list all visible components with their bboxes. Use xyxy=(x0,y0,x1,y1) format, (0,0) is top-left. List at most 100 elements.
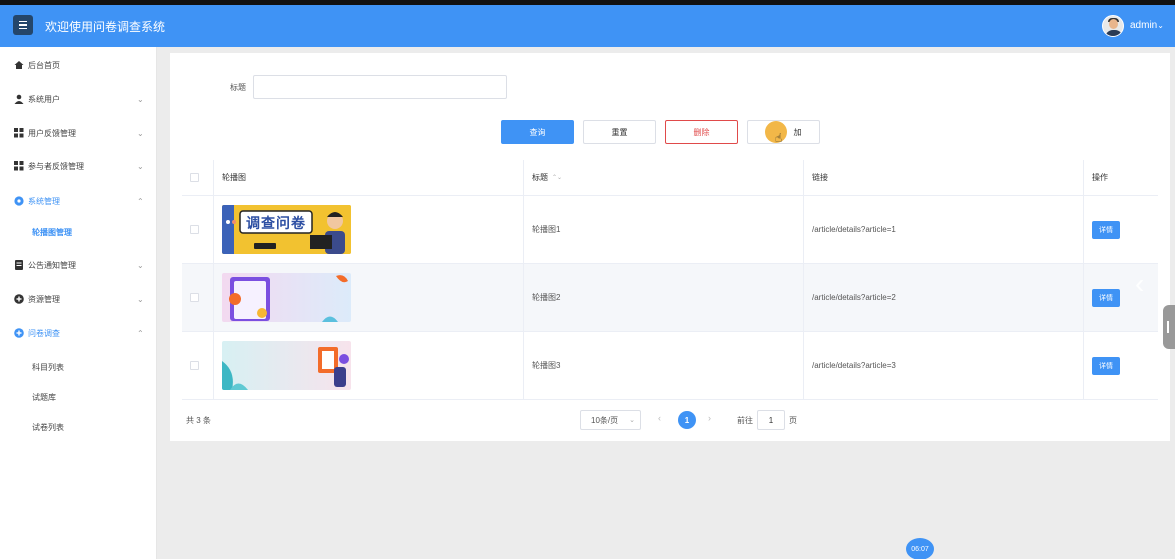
column-header: 操作 xyxy=(1092,173,1108,182)
sidebar-item-survey[interactable]: 问卷调查 ⌃ xyxy=(0,318,157,348)
user-icon xyxy=(14,94,24,104)
row-checkbox[interactable] xyxy=(190,225,199,234)
next-page-button[interactable]: › xyxy=(708,413,711,423)
user-name: admin xyxy=(1130,20,1158,31)
select-all-cell xyxy=(182,160,214,195)
sidebar-item-label: 系统用户 xyxy=(28,94,60,104)
sidebar-subitem-question-bank[interactable]: 试题库 xyxy=(0,384,157,410)
select-all-checkbox[interactable] xyxy=(190,173,199,182)
detail-button[interactable]: 详情 xyxy=(1092,288,1120,307)
row-checkbox[interactable] xyxy=(190,293,199,302)
sidebar-item-label: 用户反馈管理 xyxy=(28,128,76,138)
page-number-current[interactable]: 1 xyxy=(678,411,696,429)
search-title-input[interactable] xyxy=(253,75,507,99)
thumbnail-text: 调查问卷 xyxy=(246,216,306,232)
row-select-cell xyxy=(182,332,214,399)
sidebar-item-label: 资源管理 xyxy=(28,294,60,304)
delete-button[interactable]: 删除 xyxy=(665,120,738,144)
sidebar-subitem-label: 试题库 xyxy=(32,392,56,402)
sidebar-subitem-papers[interactable]: 试卷列表 xyxy=(0,414,157,440)
sidebar-item-participant-feedback[interactable]: 参与者反馈管理 ⌄ xyxy=(0,151,157,181)
sidebar-item-label: 后台首页 xyxy=(28,60,60,70)
goto-suffix: 页 xyxy=(789,416,797,425)
sidebar-item-label: 问卷调查 xyxy=(28,328,60,338)
chevron-left-icon[interactable]: ‹ xyxy=(1135,268,1144,300)
carousel-thumbnail xyxy=(222,273,351,322)
sidebar-item-home[interactable]: 后台首页 xyxy=(0,50,157,80)
sidebar-item-label: 公告通知管理 xyxy=(28,260,76,270)
query-button[interactable]: 查询 xyxy=(501,120,574,144)
link-cell: /article/details?article=2 xyxy=(804,264,1084,331)
detail-button[interactable]: 详情 xyxy=(1092,356,1120,375)
sidebar-subitem-label: 轮播图管理 xyxy=(32,227,72,237)
sidebar-item-system-users[interactable]: 系统用户 ⌄ xyxy=(0,84,157,114)
carousel-thumbnail: 调查问卷 xyxy=(222,205,351,254)
gear-icon xyxy=(14,196,24,206)
chevron-down-icon: ⌄ xyxy=(137,161,144,171)
chevron-down-icon: ⌄ xyxy=(629,417,635,424)
search-title-label: 标题 xyxy=(230,83,246,92)
pagination-total: 共 3 条 xyxy=(186,416,211,425)
thumbnail-cell xyxy=(214,264,524,331)
chevron-up-icon: ⌃ xyxy=(137,196,144,206)
page-size-select[interactable]: 10条/页 ⌄ xyxy=(580,410,641,430)
sort-icon: ⌃⌄ xyxy=(552,175,563,181)
home-icon xyxy=(14,61,24,69)
sidebar-subitem-carousel[interactable]: 轮播图管理 xyxy=(0,219,157,245)
row-checkbox[interactable] xyxy=(190,361,199,370)
chevron-down-icon: ⌄ xyxy=(137,260,144,270)
column-header: 链接 xyxy=(804,160,1084,195)
goto-label: 前往 xyxy=(737,416,753,425)
action-cell: 详情 xyxy=(1084,196,1158,263)
link-cell: /article/details?article=1 xyxy=(804,196,1084,263)
sidebar-item-notice[interactable]: 公告通知管理 ⌄ xyxy=(0,250,157,280)
thumbnail-cell: 调查问卷 xyxy=(214,196,524,263)
chevron-down-icon: ⌄ xyxy=(137,94,144,104)
avatar[interactable] xyxy=(1102,15,1124,37)
table-row: 轮播图3 /article/details?article=3 详情 xyxy=(182,332,1158,400)
title-cell: 轮播图3 xyxy=(524,332,804,399)
detail-button[interactable]: 详情 xyxy=(1092,220,1120,239)
chevron-up-icon: ⌃ xyxy=(137,328,144,338)
prev-page-button[interactable]: ‹ xyxy=(658,413,661,423)
row-select-cell xyxy=(182,196,214,263)
reset-button[interactable]: 重置 xyxy=(583,120,656,144)
recording-timer: 06:07 xyxy=(906,538,934,559)
title-cell: 轮播图1 xyxy=(524,196,804,263)
add-button-label: 加 xyxy=(793,127,802,137)
sidebar-subitem-label: 试卷列表 xyxy=(32,422,64,432)
top-header: 欢迎使用问卷调查系统 admin⌄ xyxy=(0,5,1175,47)
chevron-down-icon: ⌄ xyxy=(137,294,144,304)
app-title: 欢迎使用问卷调查系统 xyxy=(45,20,166,34)
sidebar-item-resources[interactable]: 资源管理 ⌄ xyxy=(0,284,157,314)
table-row: 调查问卷 轮播图1 /article/details?article=1 详情 xyxy=(182,196,1158,264)
sidebar: 后台首页 系统用户 ⌄ 用户反馈管理 ⌄ 参与者反馈管理 ⌄ 系统管理 ⌃ 轮播… xyxy=(0,47,157,559)
action-cell: 详情 xyxy=(1084,332,1158,399)
title-cell: 轮播图2 xyxy=(524,264,804,331)
plus-circle-icon xyxy=(14,294,24,304)
carousel-thumbnail xyxy=(222,341,351,390)
side-drawer-handle[interactable] xyxy=(1163,305,1175,349)
menu-toggle-button[interactable] xyxy=(13,15,33,35)
action-cell: 详情 xyxy=(1084,264,1158,331)
table-header-row: 轮播图 标题 ⌃⌄ 链接 操作 xyxy=(182,160,1158,196)
sidebar-item-user-feedback[interactable]: 用户反馈管理 ⌄ xyxy=(0,118,157,148)
column-header: 轮播图 xyxy=(214,160,524,195)
chevron-down-icon: ⌄ xyxy=(137,128,144,138)
sidebar-item-system-management[interactable]: 系统管理 ⌃ xyxy=(0,186,157,216)
page-size-value: 10条/页 xyxy=(591,415,619,425)
grid-icon xyxy=(14,128,24,138)
sidebar-subitem-label: 科目列表 xyxy=(32,362,64,372)
goto-page-input[interactable]: 1 xyxy=(757,410,785,430)
table-row: 轮播图2 /article/details?article=2 详情 xyxy=(182,264,1158,332)
sidebar-item-label: 系统管理 xyxy=(28,196,60,206)
grid-icon xyxy=(14,161,24,171)
column-header-title[interactable]: 标题 ⌃⌄ xyxy=(524,160,804,195)
link-cell: /article/details?article=3 xyxy=(804,332,1084,399)
plus-circle-icon xyxy=(14,328,24,338)
sidebar-subitem-subjects[interactable]: 科目列表 xyxy=(0,354,157,380)
user-menu[interactable]: admin⌄ xyxy=(1130,20,1164,31)
row-select-cell xyxy=(182,264,214,331)
document-icon xyxy=(15,260,23,270)
hand-cursor-icon: ☝ xyxy=(775,131,783,145)
